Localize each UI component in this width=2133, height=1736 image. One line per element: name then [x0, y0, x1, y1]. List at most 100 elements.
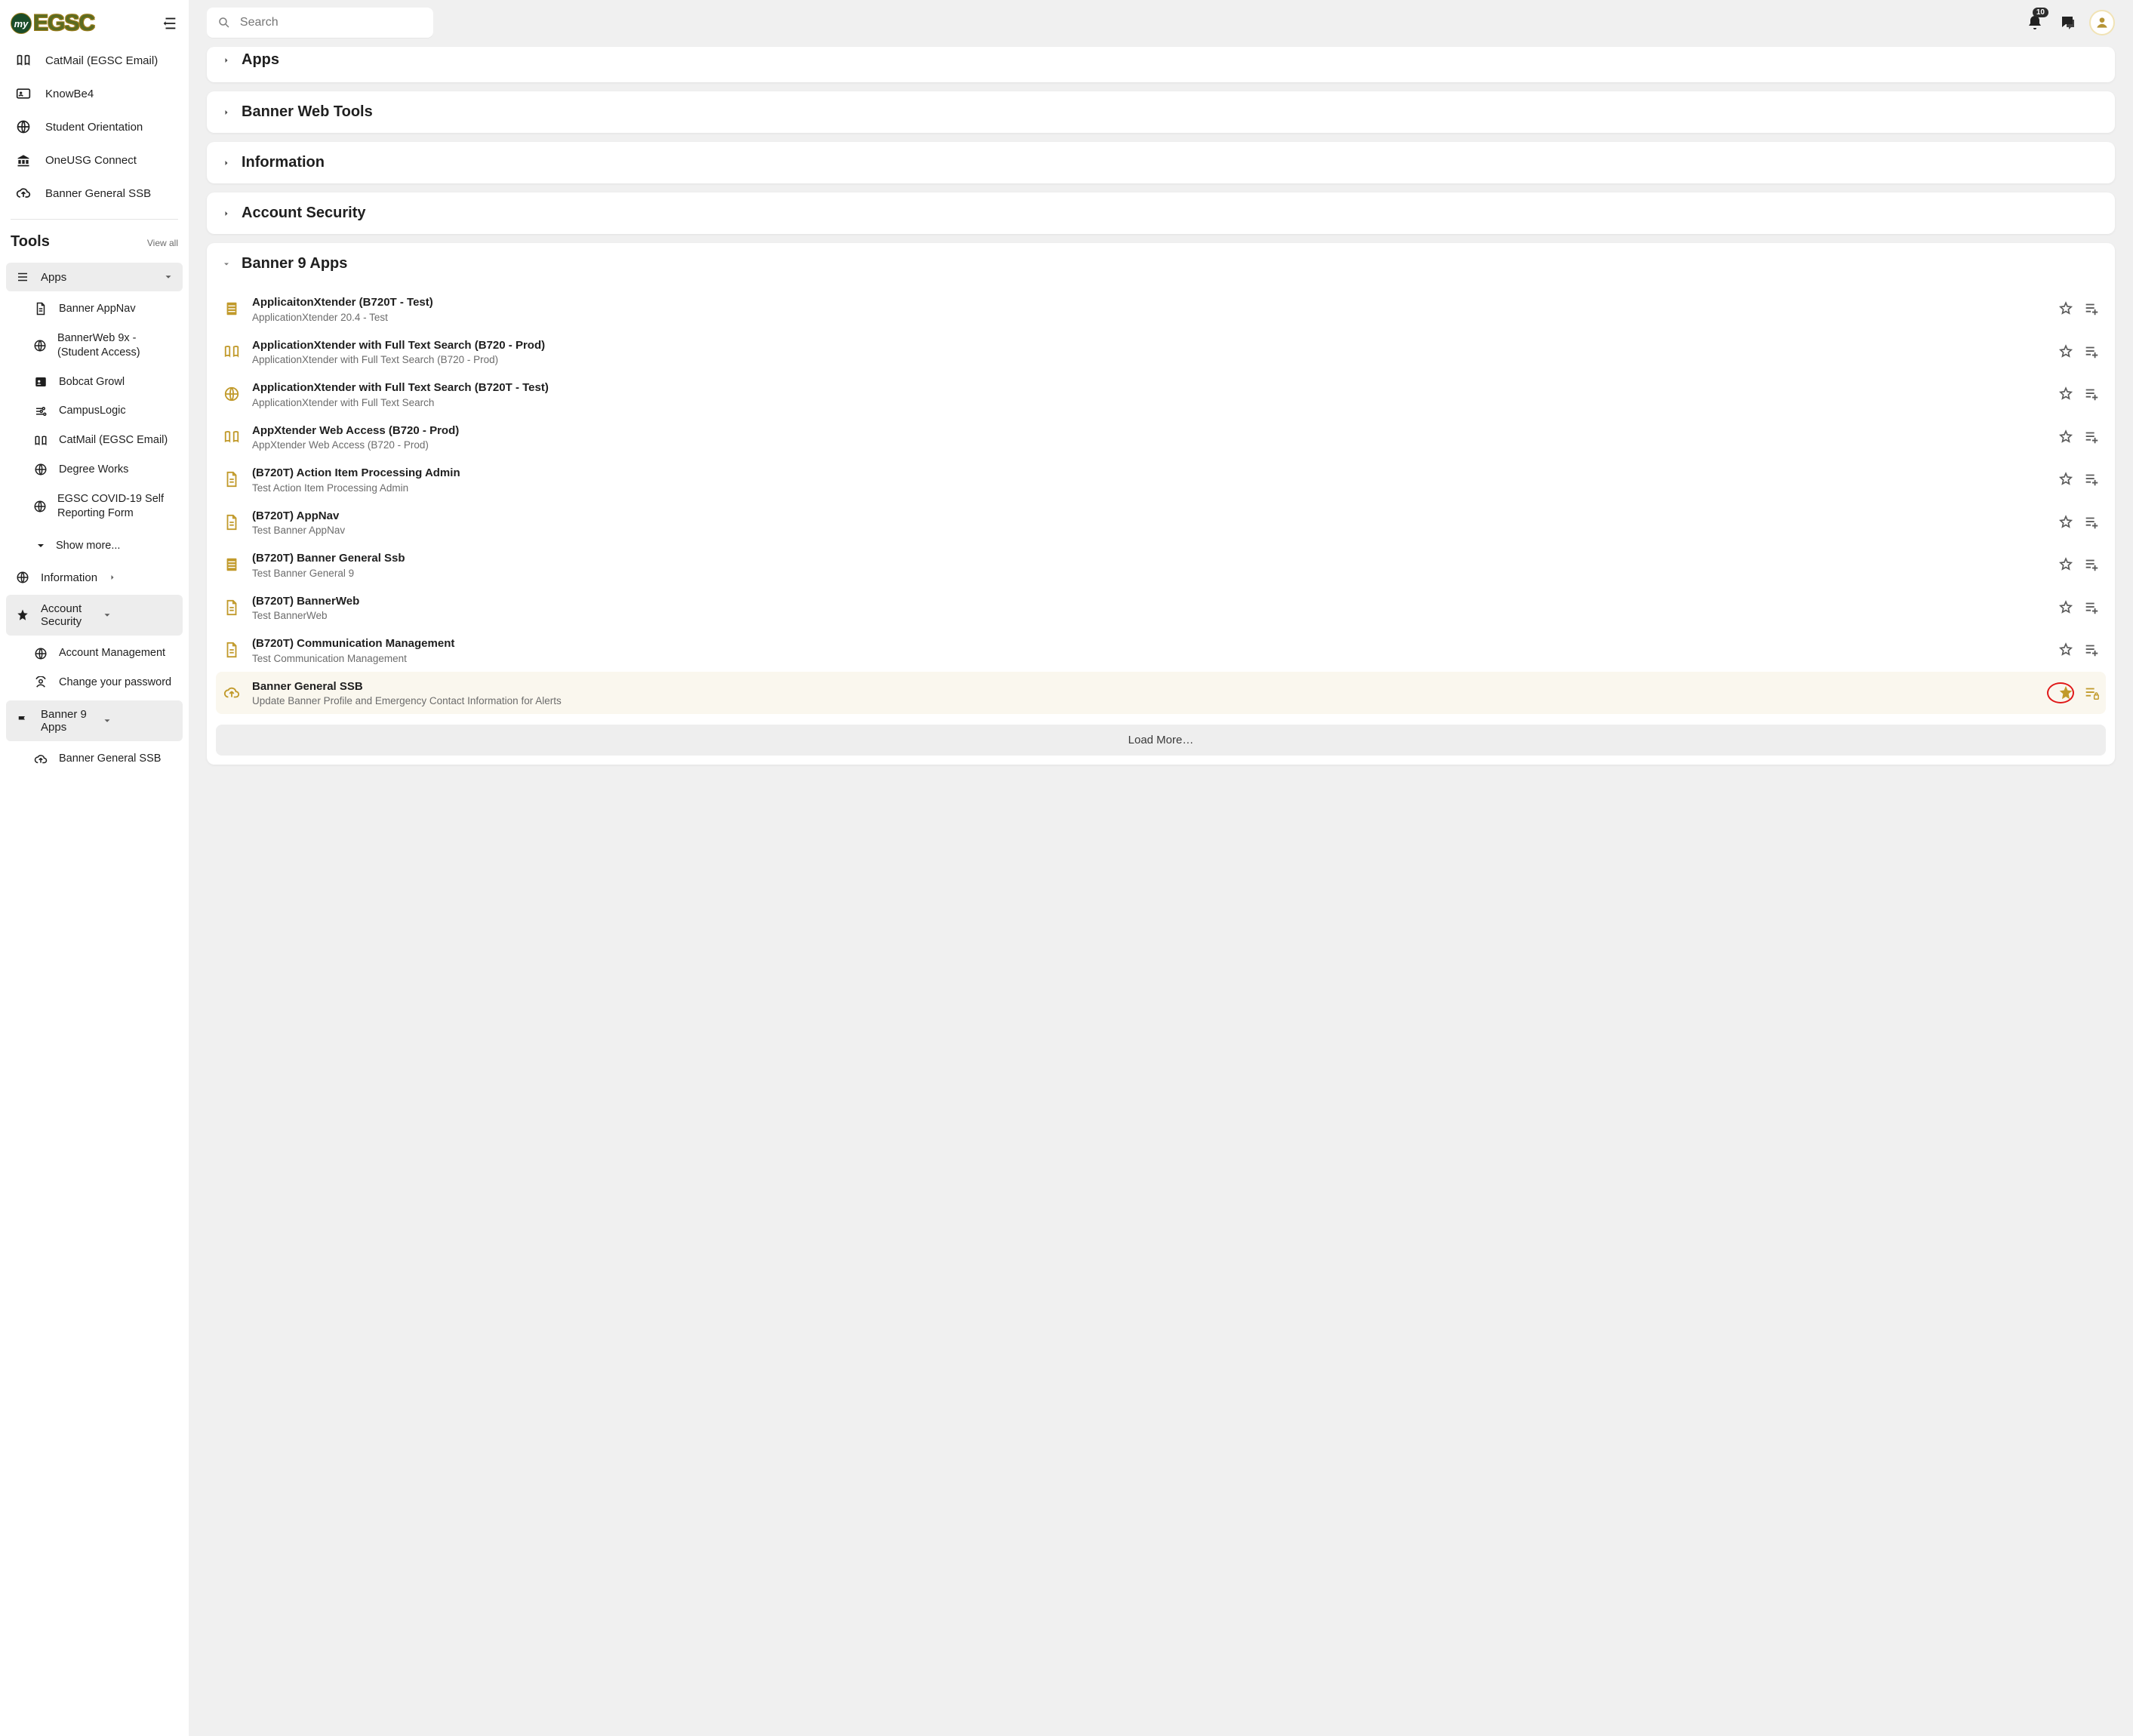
quicklink-student-orientation[interactable]: Student Orientation — [0, 110, 189, 143]
card-account-security: Account Security — [207, 192, 2115, 234]
card-head-banner9[interactable]: Banner 9 Apps — [207, 243, 2115, 285]
entry-subtitle: Test Banner General 9 — [252, 568, 2047, 579]
tools-item-label: Banner General SSB — [59, 752, 161, 766]
profile-avatar[interactable] — [2089, 10, 2115, 35]
tools-view-all-link[interactable]: View all — [147, 238, 178, 248]
load-more-button[interactable]: Load More… — [216, 725, 2106, 756]
app-entry[interactable]: (B720T) BannerWeb Test BannerWeb — [216, 586, 2106, 629]
tools-item[interactable]: CatMail (EGSC Email) — [6, 426, 183, 455]
star-outline-icon — [2058, 642, 2074, 658]
playlist-add-icon — [2083, 343, 2100, 360]
tools-item[interactable]: Degree Works — [6, 455, 183, 485]
favorite-button[interactable] — [2058, 386, 2074, 402]
add-to-list-button[interactable] — [2083, 471, 2100, 488]
tools-section-information[interactable]: Information — [0, 563, 183, 592]
tools-item[interactable]: Change your password — [6, 668, 183, 697]
messages-button[interactable] — [2056, 11, 2080, 35]
app-entry[interactable]: (B720T) Communication Management Test Co… — [216, 629, 2106, 672]
app-entry[interactable]: (B720T) Banner General Ssb Test Banner G… — [216, 543, 2106, 586]
tools-item[interactable]: Banner AppNav — [6, 294, 183, 324]
favorite-button[interactable] — [2058, 343, 2074, 360]
card-head-information[interactable]: Information — [207, 142, 2115, 183]
add-to-list-button[interactable] — [2083, 343, 2100, 360]
star-outline-icon — [2058, 599, 2074, 616]
quicklink-catmail[interactable]: CatMail (EGSC Email) — [0, 44, 189, 77]
file-icon — [223, 514, 240, 531]
app-entry[interactable]: AppXtender Web Access (B720 - Prod) AppX… — [216, 416, 2106, 459]
entry-title: (B720T) Banner General Ssb — [252, 551, 2047, 566]
card-head-banner-web-tools[interactable]: Banner Web Tools — [207, 91, 2115, 133]
add-to-list-button[interactable] — [2083, 642, 2100, 658]
favorite-button[interactable] — [2058, 599, 2074, 616]
tools-show-more[interactable]: Show more... — [6, 531, 183, 561]
chevron-right-icon — [222, 209, 231, 218]
add-to-list-button[interactable] — [2083, 685, 2100, 701]
app-entry[interactable]: ApplicationXtender with Full Text Search… — [216, 331, 2106, 374]
quicklink-knowbe4[interactable]: KnowBe4 — [0, 77, 189, 110]
tools-heading: Tools — [11, 233, 50, 251]
playlist-add-icon — [2083, 471, 2100, 488]
add-to-list-button[interactable] — [2083, 514, 2100, 531]
playlist-add-icon — [2083, 300, 2100, 317]
tools-item[interactable]: Banner General SSB — [6, 744, 183, 774]
card-head-account-security[interactable]: Account Security — [207, 192, 2115, 234]
tools-item[interactable]: Bobcat Growl — [6, 368, 183, 397]
brand-logo[interactable]: my EGSC — [11, 11, 94, 36]
star-icon — [2058, 685, 2074, 701]
add-to-list-button[interactable] — [2083, 429, 2100, 445]
tools-section-account-security[interactable]: Account Security — [6, 595, 183, 636]
search-box[interactable] — [207, 8, 433, 38]
entry-title: (B720T) BannerWeb — [252, 594, 2047, 609]
tools-item[interactable]: Account Management — [6, 639, 183, 668]
id-card-icon — [15, 86, 32, 101]
tools-item-label: BannerWeb 9x - (Student Access) — [57, 331, 175, 360]
notifications-button[interactable]: 10 — [2023, 11, 2047, 35]
tools-item[interactable]: BannerWeb 9x - (Student Access) — [6, 324, 183, 368]
id-card-icon — [16, 86, 31, 101]
app-entry[interactable]: ApplicaitonXtender (B720T - Test) Applic… — [216, 288, 2106, 331]
globe-icon — [15, 119, 32, 134]
search-icon — [217, 15, 231, 30]
favorite-button[interactable] — [2058, 685, 2074, 701]
star-icon — [15, 608, 30, 622]
cloud-up-icon — [15, 186, 32, 201]
chevron-down-icon — [222, 260, 231, 269]
card-head-apps[interactable]: Apps — [207, 47, 2115, 82]
tools-section-label: Account Security — [41, 602, 91, 628]
file-icon — [222, 471, 242, 488]
favorite-button[interactable] — [2058, 429, 2074, 445]
add-to-list-button[interactable] — [2083, 599, 2100, 616]
add-to-list-button[interactable] — [2083, 386, 2100, 402]
favorite-button[interactable] — [2058, 471, 2074, 488]
tools-section-banner9[interactable]: Banner 9 Apps — [6, 700, 183, 741]
add-to-list-button[interactable] — [2083, 556, 2100, 573]
star-outline-icon — [2058, 386, 2074, 402]
quicklink-banner-general-ssb[interactable]: Banner General SSB — [0, 177, 189, 210]
globe-icon — [15, 571, 30, 584]
favorite-button[interactable] — [2058, 514, 2074, 531]
tools-item[interactable]: EGSC COVID-19 Self Reporting Form — [6, 485, 183, 528]
entry-subtitle: Test BannerWeb — [252, 610, 2047, 621]
card-banner-web-tools: Banner Web Tools — [207, 91, 2115, 133]
app-entry[interactable]: ApplicationXtender with Full Text Search… — [216, 373, 2106, 416]
file-icon — [223, 599, 240, 616]
entry-title: ApplicationXtender with Full Text Search… — [252, 380, 2047, 396]
favorite-button[interactable] — [2058, 300, 2074, 317]
tools-section-apps[interactable]: Apps — [6, 263, 183, 291]
banner9-entries: ApplicaitonXtender (B720T - Test) Applic… — [207, 285, 2115, 720]
app-entry[interactable]: (B720T) AppNav Test Banner AppNav — [216, 501, 2106, 544]
app-entry[interactable]: (B720T) Action Item Processing Admin Tes… — [216, 458, 2106, 501]
favorite-button[interactable] — [2058, 556, 2074, 573]
collapse-sidebar-button[interactable] — [162, 15, 178, 32]
tools-item-label: CampusLogic — [59, 404, 126, 418]
search-input[interactable] — [239, 15, 423, 30]
quicklink-oneusg-connect[interactable]: OneUSG Connect — [0, 143, 189, 177]
app-entry[interactable]: Banner General SSB Update Banner Profile… — [216, 672, 2106, 715]
entry-subtitle: ApplicationXtender with Full Text Search… — [252, 354, 2047, 365]
book-open-icon — [222, 343, 242, 360]
add-to-list-button[interactable] — [2083, 300, 2100, 317]
tools-item-label: Degree Works — [59, 463, 128, 477]
chat-icon — [2059, 14, 2077, 32]
favorite-button[interactable] — [2058, 642, 2074, 658]
tools-item[interactable]: CampusLogic — [6, 396, 183, 426]
